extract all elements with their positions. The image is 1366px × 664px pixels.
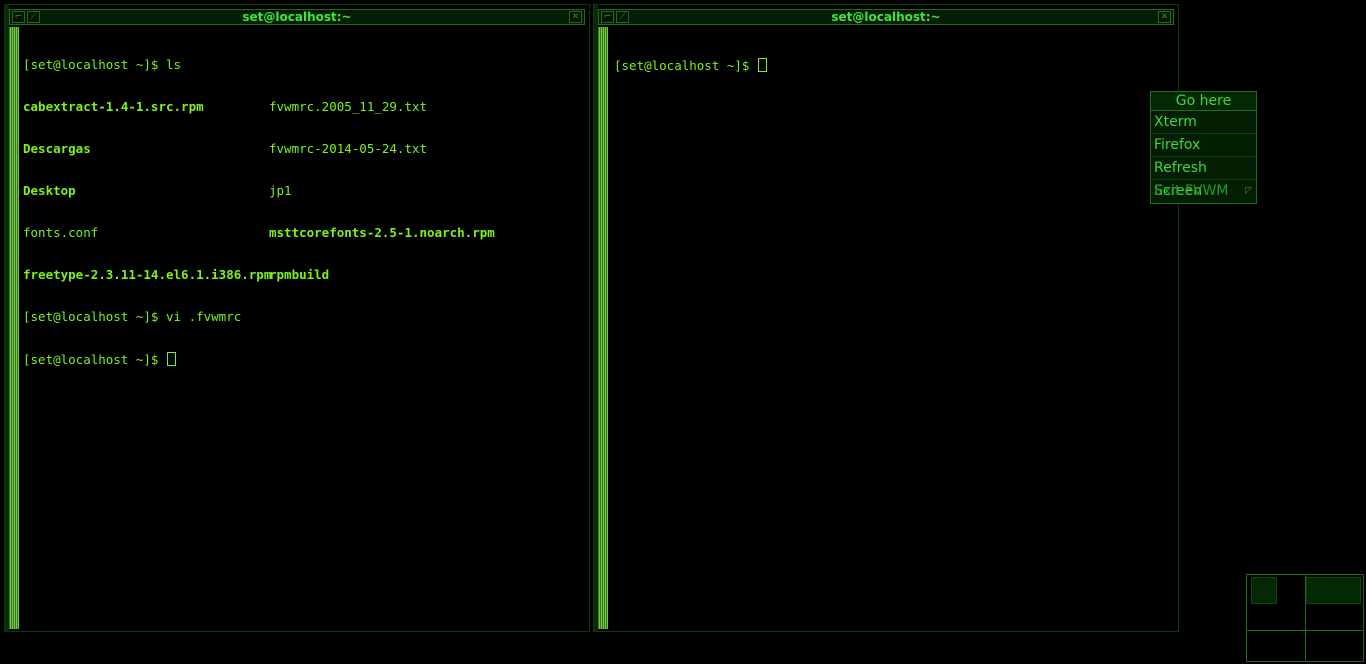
text-cursor: [167, 352, 176, 366]
menu-title: Go here: [1151, 92, 1256, 111]
file-entry: fonts.conf: [23, 225, 99, 240]
menu-item-label: Firefox: [1154, 137, 1201, 153]
prompt-line: [set@localhost ~]$ ls: [23, 57, 182, 72]
file-entry: freetype-2.3.11-14.el6.1.i386.rpm: [23, 267, 272, 282]
window-menu-icon[interactable]: ⌐: [12, 11, 25, 23]
pager-divider: [1247, 630, 1363, 631]
pager-window-1[interactable]: [1251, 577, 1277, 604]
menu-item-label: Xterm: [1154, 114, 1197, 130]
terminal-line: cabextract-1.4-1.src.rpm fvwmrc.2005_11_2…: [23, 100, 587, 114]
scrollbar[interactable]: [598, 27, 608, 629]
pager-window-2[interactable]: [1306, 577, 1361, 604]
close-icon[interactable]: ✕: [1158, 11, 1171, 23]
terminal-line: Desktop jp1: [23, 184, 587, 198]
pager-divider: [1305, 575, 1306, 661]
terminal-line: [set@localhost ~]$ ls: [23, 58, 587, 72]
menu-item-label: Exit FVWM: [1154, 183, 1229, 199]
prompt-line: [set@localhost ~]$: [614, 58, 757, 73]
terminal-line: [set@localhost ~]$: [614, 58, 1176, 73]
file-entry: Desktop: [23, 183, 76, 198]
terminal-window-2[interactable]: ⌐ ⟋ set@localhost:~ ✕ [set@localhost ~]$: [593, 4, 1179, 632]
terminal-line: [set@localhost ~]$ vi .fvwmrc: [23, 310, 587, 324]
prompt-line: [set@localhost ~]$ vi .fvwmrc: [23, 309, 242, 324]
window-titlebar[interactable]: ⌐ ⟋ set@localhost:~ ✕: [598, 9, 1174, 25]
file-entry: jp1: [269, 183, 292, 198]
terminal-line: fonts.conf msttcorefonts-2.5-1.noarch.rpm: [23, 226, 587, 240]
window-shade-icon[interactable]: ⟋: [27, 11, 40, 23]
window-title: set@localhost:~: [831, 10, 941, 24]
window-shade-icon[interactable]: ⟋: [616, 11, 629, 23]
prompt-line: [set@localhost ~]$: [23, 352, 166, 367]
file-entry: cabextract-1.4-1.src.rpm: [23, 99, 204, 114]
window-title: set@localhost:~: [242, 10, 352, 24]
menu-item-firefox[interactable]: Firefox: [1151, 134, 1256, 157]
close-icon[interactable]: ✕: [569, 11, 582, 23]
terminal-line: [set@localhost ~]$: [23, 352, 587, 367]
menu-item-exit-fvwm[interactable]: Exit FVWM ◸: [1151, 180, 1256, 203]
file-entry: fvwmrc.2005_11_29.txt: [269, 99, 428, 114]
root-menu[interactable]: Go here Xterm Firefox Refresh Screen Exi…: [1150, 91, 1257, 204]
desktop-pager[interactable]: [1246, 574, 1364, 662]
file-entry: fvwmrc-2014-05-24.txt: [269, 141, 428, 156]
window-titlebar[interactable]: ⌐ ⟋ set@localhost:~ ✕: [9, 9, 585, 25]
terminal-output[interactable]: [set@localhost ~]$ ls cabextract-1.4-1.s…: [23, 27, 587, 629]
terminal-output[interactable]: [set@localhost ~]$: [614, 27, 1176, 629]
file-entry: msttcorefonts-2.5-1.noarch.rpm: [269, 225, 495, 240]
file-entry: Descargas: [23, 141, 91, 156]
submenu-arrow-icon: ◸: [1245, 186, 1252, 196]
terminal-window-1[interactable]: ⌐ ⟋ set@localhost:~ ✕ [set@localhost ~]$…: [4, 4, 590, 632]
terminal-line: freetype-2.3.11-14.el6.1.i386.rpm rpmbuil…: [23, 268, 587, 282]
menu-item-xterm[interactable]: Xterm: [1151, 111, 1256, 134]
menu-item-refresh-screen[interactable]: Refresh Screen: [1151, 157, 1256, 199]
window-menu-icon[interactable]: ⌐: [601, 11, 614, 23]
file-entry: rpmbuild: [269, 267, 330, 282]
terminal-line: Descargas fvwmrc-2014-05-24.txt: [23, 142, 587, 156]
scrollbar[interactable]: [9, 27, 19, 629]
text-cursor: [758, 58, 767, 72]
